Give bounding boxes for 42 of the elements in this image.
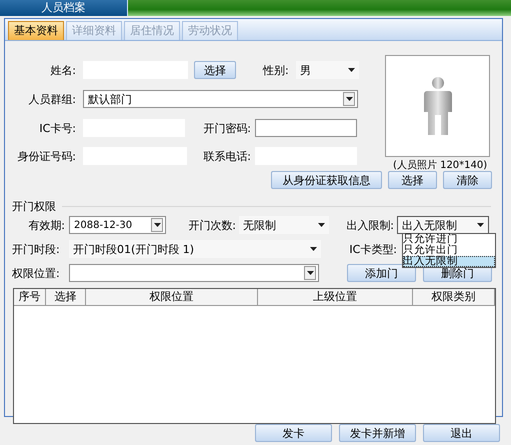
field-label: 开门密码: (202, 120, 251, 136)
photo-action-button[interactable]: 清除 (443, 171, 492, 189)
footer-button[interactable]: 发卡 (255, 424, 332, 442)
field-label: 出入限制: (345, 218, 394, 232)
field-label: 联系电话: (202, 148, 251, 164)
field-label: 开门时段: (12, 242, 61, 256)
person-silhouette-icon (424, 77, 452, 135)
field-label: 姓名: (49, 62, 76, 78)
field-label: 有效期: (27, 218, 65, 232)
group-select[interactable]: 默认部门 (83, 90, 358, 108)
open-count-select[interactable]: 无限制 (239, 216, 329, 234)
door-button[interactable]: 添加门 (347, 264, 416, 282)
column-header[interactable]: 权限位置 (86, 289, 258, 305)
field-label: 人员群组: (27, 92, 76, 106)
field-label: IC卡类型: (348, 242, 397, 256)
field-label: IC卡号: (38, 120, 76, 136)
caret-icon (343, 92, 355, 106)
field-label: 身份证号码: (16, 148, 76, 164)
photo-caption: (人员照片 120*140) (393, 158, 488, 172)
field-label: 性别: (263, 62, 290, 78)
footer-button[interactable]: 发卡并新增 (339, 424, 416, 442)
time-period-select[interactable]: 开门时段01(开门时段 1) (69, 240, 321, 258)
field-label: 开门次数: (187, 218, 236, 232)
select-button[interactable]: 选择 (194, 61, 236, 79)
column-header[interactable]: 选择 (46, 289, 86, 305)
group-title: 开门权限 (12, 198, 56, 214)
gender-select[interactable]: 男 (296, 61, 359, 79)
date-picker[interactable]: 2088-12-30 (69, 216, 166, 234)
tab[interactable]: 基本资料 (8, 21, 64, 40)
in-out-select[interactable]: 出入无限制 (397, 216, 489, 234)
caret-icon (304, 266, 316, 280)
window-title: 人员档案 (0, 0, 128, 16)
footer-button[interactable]: 退出 (423, 424, 500, 442)
password-input[interactable] (255, 119, 357, 137)
column-header[interactable]: 序号 (14, 289, 46, 305)
location-select[interactable] (69, 264, 319, 282)
column-header[interactable]: 上级位置 (258, 289, 413, 305)
photo-action-button[interactable]: 选择 (388, 171, 437, 189)
column-header[interactable]: 权限类别 (413, 289, 495, 305)
field-label: 权限位置: (12, 266, 61, 280)
photo-action-button[interactable]: 从身份证获取信息 (271, 171, 382, 189)
caret-icon (151, 218, 163, 232)
